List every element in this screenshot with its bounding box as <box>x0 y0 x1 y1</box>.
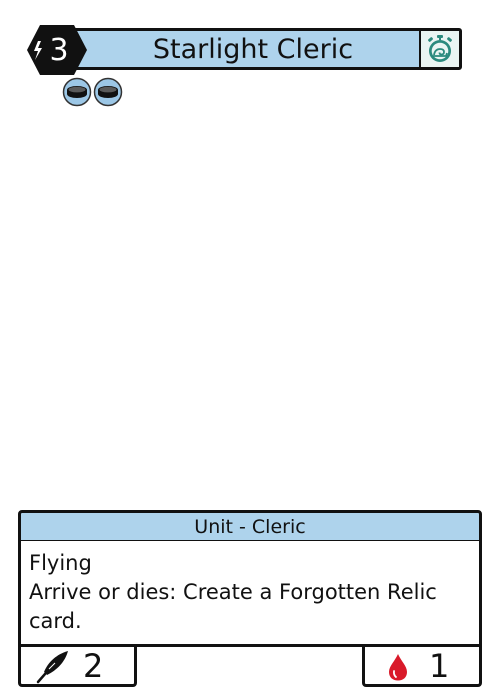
attack-stat: 2 <box>18 645 137 687</box>
rules-text-line: Flying <box>29 551 92 575</box>
rules-text-box: Flying Arrive or dies: Create a Forgotte… <box>18 541 482 647</box>
game-card[interactable]: Starlight Cleric 3 Unit - Cleric Flying … <box>0 0 500 700</box>
feather-quill-icon <box>36 651 68 684</box>
disc-token-icon <box>93 77 123 107</box>
cost-value: 3 <box>49 32 69 68</box>
rules-text-line: Arrive or dies: Create a Forgotten Relic <box>29 580 437 604</box>
rules-text-line: card. <box>29 609 82 633</box>
blood-drop-icon <box>389 654 407 681</box>
type-line: Unit - Cleric <box>18 510 482 543</box>
title-bar: Starlight Cleric <box>40 28 462 70</box>
disc-token-icon <box>62 77 92 107</box>
attack-value: 2 <box>83 646 104 685</box>
speed-indicator <box>419 31 459 67</box>
health-stat: 1 <box>362 645 482 687</box>
health-value: 1 <box>429 646 450 685</box>
card-name: Starlight Cleric <box>152 33 354 65</box>
stopwatch-snail-icon <box>428 35 452 62</box>
